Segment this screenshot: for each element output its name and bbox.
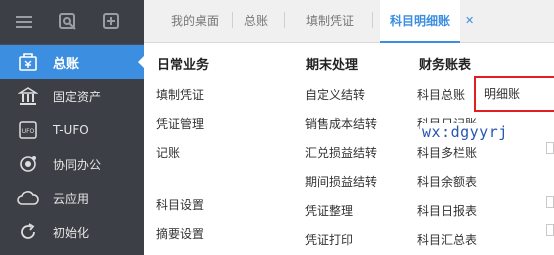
tab-separator xyxy=(372,12,373,28)
svg-text:UFO: UFO xyxy=(22,128,35,135)
link-period-profit-loss-transfer[interactable]: 期间损益结转 xyxy=(305,173,377,190)
sidebar-toolbar xyxy=(0,0,144,45)
column-header-financial-reports: 财务账表 xyxy=(419,58,472,73)
tab-my-desktop[interactable]: 我的桌面 xyxy=(160,0,230,43)
tab-general-ledger[interactable]: 总账 xyxy=(234,0,278,43)
sidebar-item-label: 固定资产 xyxy=(53,89,102,104)
sidebar-item-t-ufo[interactable]: UFO T-UFO xyxy=(0,113,144,147)
add-icon[interactable] xyxy=(102,12,122,32)
tab-subject-detail-ledger[interactable]: 科目明细账 xyxy=(380,0,460,43)
link-subject-general-ledger[interactable]: 科目总账 xyxy=(417,86,465,103)
bank-icon xyxy=(17,85,39,107)
sidebar-item-initialization[interactable]: 初始化 xyxy=(0,215,144,249)
tab-fill-voucher[interactable]: 填制凭证 xyxy=(294,0,366,43)
link-detail-ledger[interactable]: 明细账 xyxy=(474,76,554,112)
sidebar-item-fixed-assets[interactable]: 固定资产 xyxy=(0,79,144,113)
link-voucher-tidy[interactable]: 凭证整理 xyxy=(305,202,353,219)
sidebar-item-label: 总账 xyxy=(53,56,80,72)
menu-icon[interactable] xyxy=(14,12,34,32)
link-sales-cost-transfer[interactable]: 销售成本结转 xyxy=(305,115,377,132)
link-voucher-print[interactable]: 凭证打印 xyxy=(305,231,353,248)
next-column-edge-marker xyxy=(546,224,554,236)
sidebar-item-cloud-apps[interactable]: 云应用 xyxy=(0,181,144,215)
sidebar-item-general-ledger[interactable]: 总账 xyxy=(0,45,145,79)
link-subject-daily-report[interactable]: 科目日报表 xyxy=(417,202,477,219)
refresh-icon xyxy=(17,221,39,243)
tab-bar: 我的桌面 总账 填制凭证 科目明细账 ✕ xyxy=(144,0,554,43)
ledger-menu-panel: 日常业务 填制凭证 凭证管理 记账 科目设置 摘要设置 期末处理 自定义结转 销… xyxy=(144,44,554,255)
sidebar-item-label: 初始化 xyxy=(53,225,90,240)
ufo-icon: UFO xyxy=(17,119,39,141)
sidebar: 总账 固定资产 UFO T-UFO 协同办公 云应用 初始化 xyxy=(0,0,145,255)
watermark-text: wx:dgyyrj xyxy=(420,123,510,141)
collab-icon xyxy=(17,153,39,175)
link-posting[interactable]: 记账 xyxy=(156,144,180,161)
link-subject-multi-column-ledger[interactable]: 科目多栏账 xyxy=(417,144,477,161)
link-subject-balance-sheet[interactable]: 科目余额表 xyxy=(417,173,477,190)
next-column-edge-marker xyxy=(546,196,554,208)
sidebar-item-label: 协同办公 xyxy=(53,157,102,172)
link-fill-voucher[interactable]: 填制凭证 xyxy=(156,86,204,103)
close-icon[interactable]: ✕ xyxy=(465,0,474,42)
link-voucher-management[interactable]: 凭证管理 xyxy=(156,115,204,132)
column-header-period-end: 期末处理 xyxy=(306,58,359,73)
link-custom-transfer[interactable]: 自定义结转 xyxy=(305,86,365,103)
next-column-edge-marker xyxy=(546,142,554,154)
cloud-icon xyxy=(17,187,39,209)
sidebar-item-label: T-UFO xyxy=(53,123,89,137)
link-exchange-gain-loss-transfer[interactable]: 汇兑损益结转 xyxy=(305,144,377,161)
search-icon[interactable] xyxy=(58,12,78,32)
tab-separator xyxy=(232,12,233,28)
link-subject-summary-table[interactable]: 科目汇总表 xyxy=(417,231,477,248)
sidebar-item-label: 云应用 xyxy=(53,191,90,206)
tab-separator xyxy=(284,12,285,28)
link-summary-settings[interactable]: 摘要设置 xyxy=(156,225,204,242)
column-header-daily: 日常业务 xyxy=(157,58,210,73)
ledger-icon xyxy=(17,51,39,73)
sidebar-item-collaboration[interactable]: 协同办公 xyxy=(0,147,144,181)
link-subject-settings[interactable]: 科目设置 xyxy=(156,196,204,213)
